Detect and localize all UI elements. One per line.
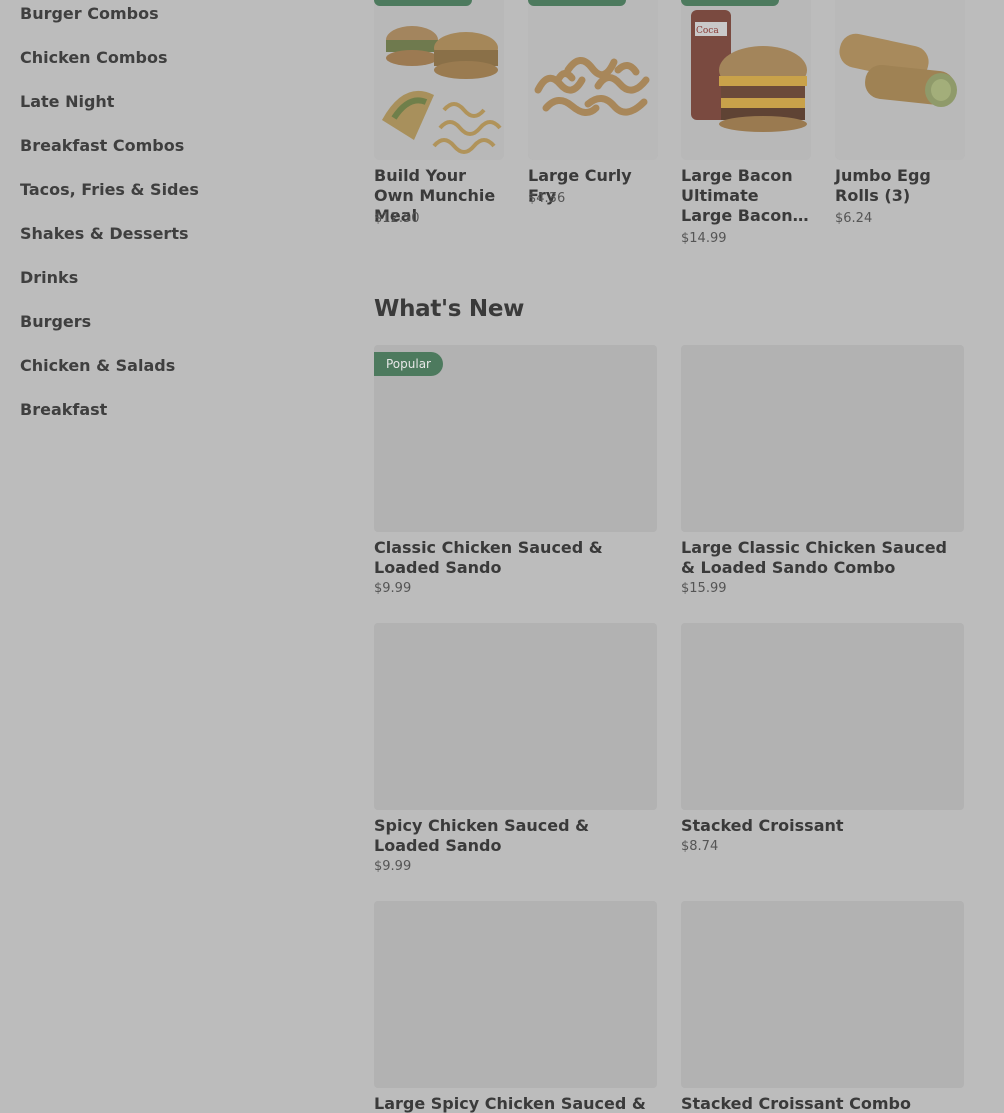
item-price: $12.50 xyxy=(374,211,420,226)
curly-fry-illustration xyxy=(528,0,658,160)
sidebar-item-chicken-combos[interactable]: Chicken Combos xyxy=(20,48,168,68)
menu-item-image-placeholder: Popular xyxy=(374,345,657,532)
menu-item-card[interactable]: Popular Classic Chicken Sauced & Loaded … xyxy=(374,345,657,596)
menu-item-image-placeholder xyxy=(681,623,964,810)
menu-item-card[interactable]: Stacked Croissant $8.74 xyxy=(681,623,964,854)
item-title: Jumbo Egg Rolls (3) xyxy=(835,166,931,205)
sidebar-item-tacos-fries-sides[interactable]: Tacos, Fries & Sides xyxy=(20,180,199,200)
sidebar-item-breakfast[interactable]: Breakfast xyxy=(20,400,107,420)
item-price: $9.99 xyxy=(374,581,412,596)
item-title: Stacked Croissant xyxy=(681,816,844,835)
item-title-line: Large Bacon xyxy=(681,166,793,185)
curly-fry-image xyxy=(528,0,658,160)
egg-rolls-image xyxy=(835,0,965,160)
item-price: $15.99 xyxy=(681,581,727,596)
item-price: $14.99 xyxy=(681,231,727,246)
item-title: Large Spicy Chicken Sauced & xyxy=(374,1094,646,1113)
carousel-card-curly-fry[interactable]: Large Curly Fry $4.36 xyxy=(528,0,658,206)
carousel-tag xyxy=(528,0,626,6)
menu-item-image-placeholder xyxy=(681,901,964,1088)
item-title-truncated: Large Bacon Ultimate Cheeseburger™... xyxy=(681,206,811,225)
carousel-card-bacon-cheeseburger[interactable]: Coca Large Bacon Ultimate Large Bacon Ul… xyxy=(681,0,811,246)
menu-item-image-placeholder xyxy=(374,901,657,1088)
munchie-meal-image xyxy=(374,0,504,160)
egg-rolls-illustration xyxy=(835,0,965,160)
sidebar-item-burgers[interactable]: Burgers xyxy=(20,312,91,332)
sidebar-item-shakes-desserts[interactable]: Shakes & Desserts xyxy=(20,224,188,244)
item-price: $8.74 xyxy=(681,839,719,854)
bacon-cheeseburger-image: Coca xyxy=(681,0,811,160)
item-title: Spicy Chicken Sauced & Loaded Sando xyxy=(374,816,590,855)
item-price: $4.36 xyxy=(528,191,566,206)
menu-item-card[interactable]: Large Spicy Chicken Sauced & xyxy=(374,901,657,1113)
svg-text:Coca: Coca xyxy=(696,26,719,36)
item-title: Classic Chicken Sauced & Loaded Sando xyxy=(374,538,603,577)
carousel-card-egg-rolls[interactable]: Jumbo Egg Rolls (3) $6.24 xyxy=(835,0,965,226)
carousel-tag xyxy=(681,0,779,6)
menu-item-card[interactable]: Spicy Chicken Sauced & Loaded Sando $9.9… xyxy=(374,623,657,874)
item-title-line: Ultimate xyxy=(681,186,759,205)
sidebar-item-breakfast-combos[interactable]: Breakfast Combos xyxy=(20,136,184,156)
menu-item-card[interactable]: Stacked Croissant Combo xyxy=(681,901,964,1113)
menu-page: Burger Combos Chicken Combos Late Night … xyxy=(0,0,1004,1113)
item-price: $6.24 xyxy=(835,211,873,226)
sidebar-item-late-night[interactable]: Late Night xyxy=(20,92,114,112)
item-price: $9.99 xyxy=(374,859,412,874)
menu-item-card[interactable]: Large Classic Chicken Sauced & Loaded Sa… xyxy=(681,345,964,596)
sidebar-item-chicken-salads[interactable]: Chicken & Salads xyxy=(20,356,175,376)
section-title-whats-new: What's New xyxy=(374,296,525,322)
popular-badge: Popular xyxy=(374,352,443,376)
item-title: Stacked Croissant Combo xyxy=(681,1094,911,1113)
item-title: Large Bacon Ultimate Large Bacon Ultimat… xyxy=(681,166,811,226)
sidebar-item-burger-combos[interactable]: Burger Combos xyxy=(20,4,159,24)
menu-item-image-placeholder xyxy=(681,345,964,532)
munchie-meal-illustration xyxy=(374,0,504,160)
menu-item-image-placeholder xyxy=(374,623,657,810)
item-title: Large Classic Chicken Sauced & Loaded Sa… xyxy=(681,538,947,577)
carousel-tag xyxy=(374,0,472,6)
carousel-card-munchie-meal[interactable]: Build Your Own Munchie Meal $12.50 xyxy=(374,0,504,226)
sidebar-item-drinks[interactable]: Drinks xyxy=(20,268,78,288)
bacon-cheeseburger-illustration: Coca xyxy=(681,0,811,160)
